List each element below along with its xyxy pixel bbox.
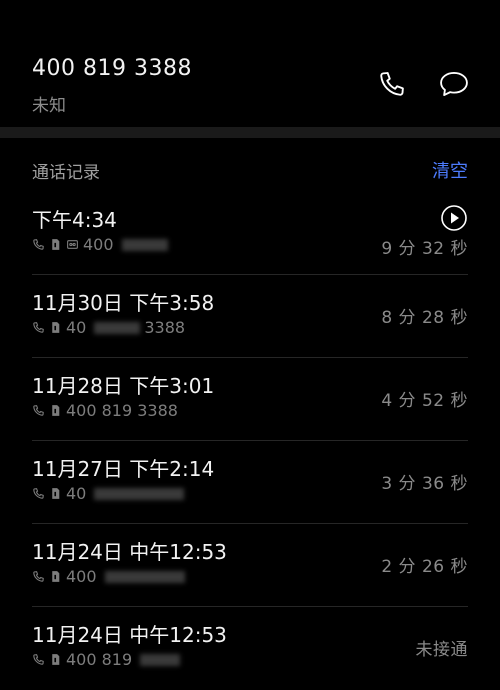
clear-button[interactable]: 清空 bbox=[432, 157, 468, 183]
message-icon[interactable] bbox=[436, 66, 472, 102]
call-number: 400 819 bbox=[66, 650, 133, 669]
call-meta: 40 3388 bbox=[32, 318, 185, 337]
recording-icon bbox=[67, 240, 78, 249]
call-datetime: 下午4:34 bbox=[32, 208, 117, 232]
masked-number bbox=[94, 487, 185, 500]
phone-icon[interactable] bbox=[374, 66, 410, 102]
call-datetime: 11月28日 下午3:01 bbox=[32, 374, 215, 398]
call-datetime: 11月27日 下午2:14 bbox=[32, 457, 215, 481]
call-duration: 未接通 bbox=[415, 640, 468, 660]
call-duration: 9 分 32 秒 bbox=[381, 239, 468, 259]
masked-number bbox=[104, 570, 185, 583]
call-log-item[interactable]: 11月28日 下午3:01 400 819 3388 4 分 52 秒 bbox=[32, 358, 468, 441]
call-duration: 8 分 28 秒 bbox=[381, 308, 468, 328]
sim-card-icon bbox=[52, 322, 60, 333]
sim-card-icon bbox=[52, 405, 60, 416]
sim-card-icon bbox=[52, 571, 60, 582]
call-type-icon bbox=[33, 571, 44, 582]
call-number: 40 bbox=[66, 484, 87, 503]
call-log-item[interactable]: 下午4:34 400 9 分 32 秒 bbox=[32, 192, 468, 275]
call-meta: 400 819 3388 bbox=[32, 401, 178, 420]
call-number: 400 819 3388 bbox=[66, 401, 178, 420]
call-duration: 3 分 36 秒 bbox=[381, 474, 468, 494]
sim-card-icon bbox=[52, 654, 60, 665]
call-type-icon bbox=[33, 654, 44, 665]
contact-location: 未知 bbox=[32, 96, 66, 116]
call-log-header: 通话记录 清空 bbox=[0, 150, 500, 190]
call-duration: 4 分 52 秒 bbox=[381, 391, 468, 411]
call-log-list: 下午4:34 400 9 分 32 秒 11月30日 下午3:58 40 338… bbox=[0, 192, 500, 690]
call-datetime: 11月24日 中午12:53 bbox=[32, 540, 227, 564]
call-number-tail: 3388 bbox=[144, 318, 186, 337]
call-log-item[interactable]: 11月30日 下午3:58 40 3388 8 分 28 秒 bbox=[32, 275, 468, 358]
call-number: 40 bbox=[66, 318, 87, 337]
call-type-icon bbox=[33, 322, 44, 333]
call-number: 400 bbox=[83, 235, 114, 254]
sim-card-icon bbox=[52, 239, 60, 250]
call-log-title: 通话记录 bbox=[32, 163, 100, 183]
masked-number bbox=[94, 321, 141, 334]
section-divider bbox=[0, 127, 500, 138]
call-datetime: 11月30日 下午3:58 bbox=[32, 291, 215, 315]
masked-number bbox=[140, 653, 181, 666]
contact-header: 400 819 3388 未知 bbox=[0, 0, 500, 128]
masked-number bbox=[121, 238, 168, 251]
call-type-icon bbox=[33, 239, 44, 250]
play-recording-icon[interactable] bbox=[440, 204, 468, 232]
call-meta: 400 bbox=[32, 567, 185, 586]
call-number: 400 bbox=[66, 567, 97, 586]
call-datetime: 11月24日 中午12:53 bbox=[32, 623, 227, 647]
call-log-item[interactable]: 11月27日 下午2:14 40 3 分 36 秒 bbox=[32, 441, 468, 524]
call-meta: 400 819 bbox=[32, 650, 181, 669]
call-meta: 40 bbox=[32, 484, 185, 503]
call-meta: 400 bbox=[32, 235, 168, 254]
sim-card-icon bbox=[52, 488, 60, 499]
call-type-icon bbox=[33, 488, 44, 499]
call-log-item[interactable]: 11月24日 中午12:53 400 819 未接通 bbox=[32, 607, 468, 690]
call-duration: 2 分 26 秒 bbox=[381, 557, 468, 577]
call-type-icon bbox=[33, 405, 44, 416]
contact-number-text: 400 819 3388 bbox=[32, 56, 192, 81]
contact-number: 400 819 3388 bbox=[32, 56, 192, 81]
call-log-item[interactable]: 11月24日 中午12:53 400 2 分 26 秒 bbox=[32, 524, 468, 607]
